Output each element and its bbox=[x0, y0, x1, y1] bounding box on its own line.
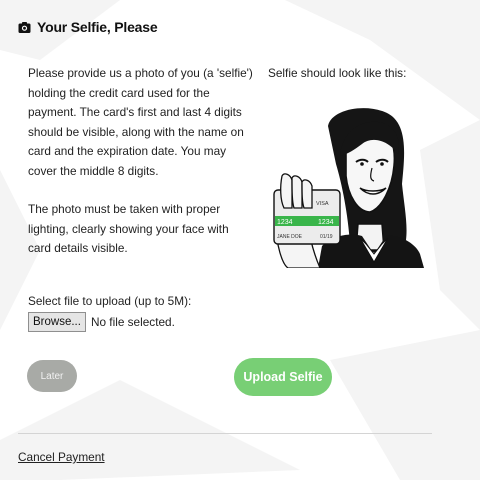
file-status: No file selected. bbox=[90, 315, 175, 329]
instructions: Please provide us a photo of you (a 'sel… bbox=[28, 64, 254, 259]
sample-selfie-illustration: VISA 1234 1234 JANE DOE 01/19 bbox=[273, 108, 424, 268]
card-name: JANE DOE bbox=[277, 234, 303, 240]
cancel-payment-link[interactable]: Cancel Payment bbox=[18, 450, 105, 464]
camera-icon bbox=[18, 21, 31, 34]
later-button[interactable]: Later bbox=[27, 360, 77, 392]
upload-label: Select file to upload (up to 5M): bbox=[28, 294, 192, 308]
divider bbox=[18, 433, 432, 434]
browse-button[interactable]: Browse... bbox=[28, 312, 86, 332]
file-input: Browse... No file selected. bbox=[28, 312, 175, 332]
dialog-header: Your Selfie, Please bbox=[18, 17, 158, 37]
card-first-digits: 1234 bbox=[277, 219, 293, 226]
sample-label: Selfie should look like this: bbox=[268, 66, 407, 80]
card-last-digits: 1234 bbox=[318, 219, 334, 226]
instructions-paragraph-1: Please provide us a photo of you (a 'sel… bbox=[28, 66, 253, 178]
card-expiry: 01/19 bbox=[320, 234, 333, 240]
instructions-paragraph-2: The photo must be taken with proper ligh… bbox=[28, 202, 229, 255]
upload-selfie-button[interactable]: Upload Selfie bbox=[234, 358, 332, 396]
card-brand: VISA bbox=[316, 201, 329, 207]
page-title: Your Selfie, Please bbox=[37, 19, 158, 35]
